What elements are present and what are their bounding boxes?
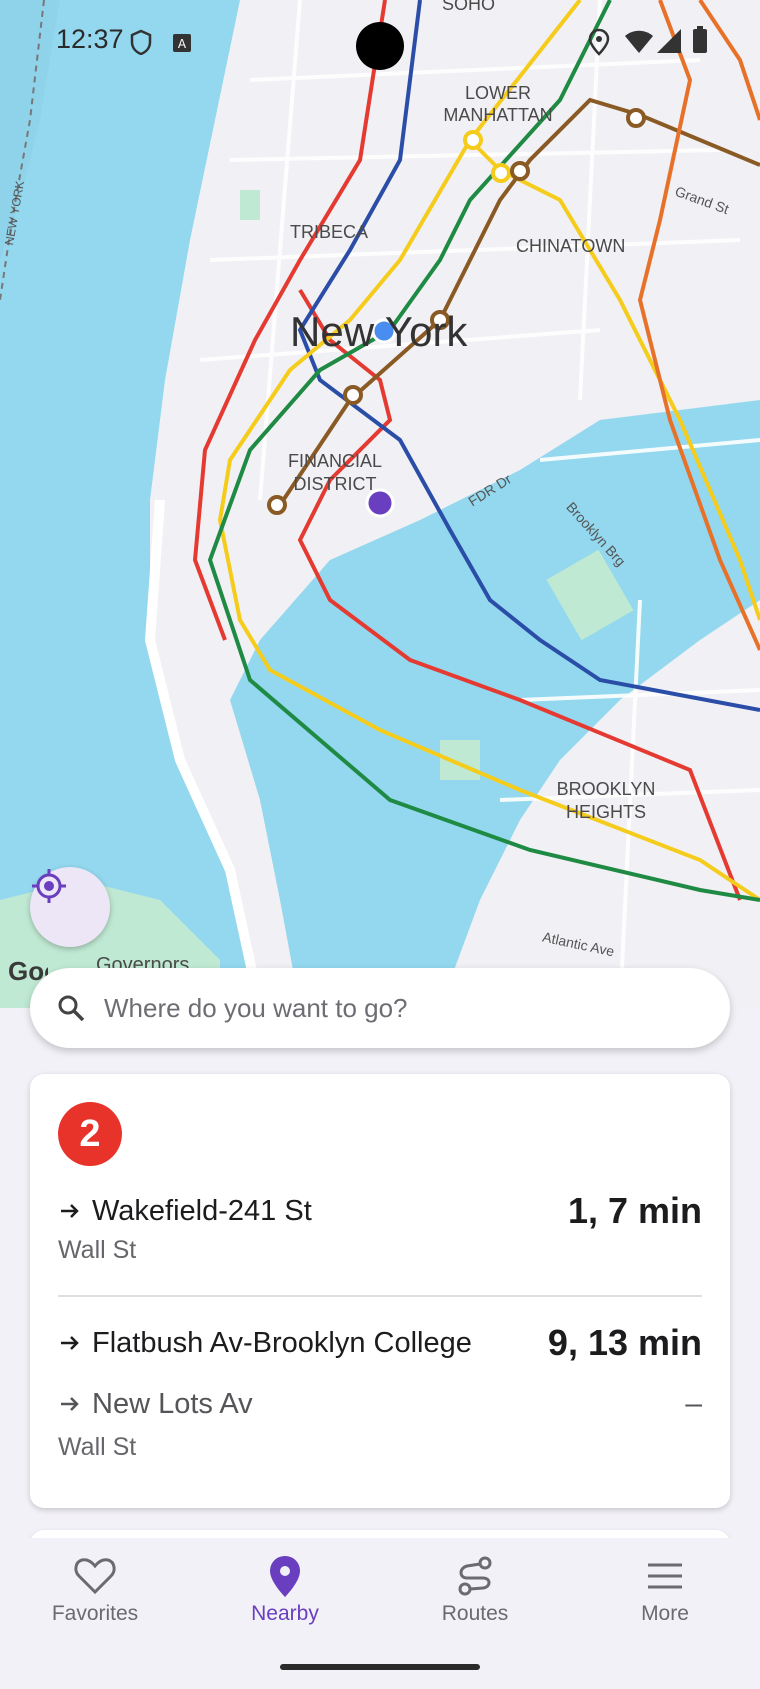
map-label-lower-manhattan: LOWER MANHATTAN [443,83,553,125]
home-indicator[interactable] [280,1664,480,1670]
nav-nearby[interactable]: Nearby [210,1554,360,1654]
nav-label: Nearby [251,1602,319,1625]
departure-destination: New Lots Av [92,1387,253,1420]
arrow-right-icon [58,1199,82,1223]
stop-name: Wall St [58,1236,137,1264]
nav-label: Favorites [51,1602,139,1625]
search-icon [56,993,86,1023]
menu-icon [590,1554,740,1598]
route-badge: 2 [58,1102,122,1166]
map-label-brooklyn-heights: BROOKLYN HEIGHTS [556,779,656,822]
nav-label: More [641,1602,689,1625]
nav-label: Routes [441,1602,509,1625]
map-label-governors: Governors [96,954,190,968]
divider [58,1295,702,1297]
arrow-right-icon [58,1331,82,1355]
departure-eta: 9, 13 min [547,1322,702,1363]
my-location-button[interactable] [30,867,110,947]
location-pin-icon [210,1554,360,1598]
map-label-tribeca: TRIBECA [290,222,369,242]
nav-routes[interactable]: Routes [400,1554,550,1654]
departure-row[interactable]: New Lots Av – [58,1387,702,1421]
map-label-financial-district: FINANCIAL DISTRICT [287,451,383,494]
departure-eta: 1, 7 min [567,1190,702,1231]
nearby-route-card[interactable]: 2 Wakefield-241 St 1, 7 min Wall St Flat… [30,1074,730,1508]
map-city-label: New York [290,308,468,355]
status-bar: 12:37 A [0,0,760,84]
routes-icon [400,1554,550,1598]
nav-more[interactable]: More [590,1554,740,1654]
map-view[interactable]: SOHO LOWER MANHATTAN TRIBECA CHINATOWN F… [0,0,760,1008]
search-bar[interactable]: Where do you want to go? [30,968,730,1048]
search-placeholder: Where do you want to go? [104,992,408,1023]
stop-name: Wall St [58,1433,137,1461]
status-time: 12:37 [56,24,124,54]
map-canvas [0,0,760,1008]
nav-favorites[interactable]: Favorites [20,1554,170,1654]
svg-text:A: A [178,37,187,51]
departure-destination: Flatbush Av-Brooklyn College [92,1326,472,1359]
arrow-right-icon [58,1392,82,1416]
heart-icon [20,1554,170,1598]
departure-row[interactable]: Wakefield-241 St 1, 7 min [58,1190,702,1232]
departure-eta: – [685,1387,702,1420]
departure-destination: Wakefield-241 St [92,1194,312,1227]
map-label-chinatown: CHINATOWN [516,236,626,256]
departure-row[interactable]: Flatbush Av-Brooklyn College 9, 13 min [58,1322,702,1364]
